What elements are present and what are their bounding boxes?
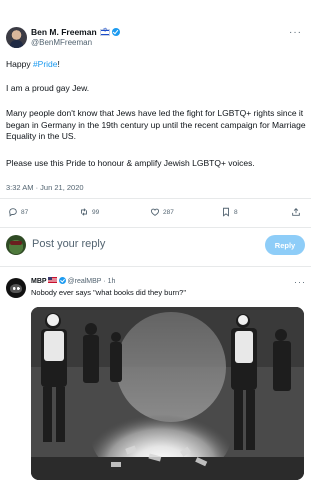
verified-badge-icon <box>58 277 66 284</box>
retweet-icon <box>81 208 87 216</box>
israel-flag-icon <box>99 27 110 36</box>
tweet-line-greeting: Happy #Pride! <box>6 59 60 69</box>
book-burning-photo <box>31 307 304 480</box>
retweet-action[interactable]: 99 <box>79 205 99 219</box>
reply-text: Nobody ever says "what books did they bu… <box>31 288 186 297</box>
bookmark-count: 8 <box>234 208 238 216</box>
reply-author-handle[interactable]: @realMBP <box>68 278 102 285</box>
reply-time[interactable]: 1h <box>108 278 116 285</box>
reply-action[interactable]: 87 <box>8 205 28 219</box>
bookmark-icon <box>223 207 229 217</box>
current-user-avatar[interactable] <box>6 235 26 255</box>
reply-tweet[interactable]: MBP @realMBP · 1h ··· Nobody ever says "… <box>0 268 311 500</box>
like-action[interactable]: 287 <box>150 205 174 219</box>
author-name[interactable]: Ben M. Freeman <box>31 27 97 37</box>
divider <box>0 227 311 228</box>
verified-badge-icon <box>111 28 120 36</box>
share-icon <box>292 208 300 216</box>
divider <box>0 198 311 199</box>
author-name-row[interactable]: Ben M. Freeman <box>31 27 120 37</box>
tweet-paragraph-history: Many people don't know that Jews have le… <box>6 108 306 141</box>
bookmark-action[interactable]: 8 <box>221 205 238 219</box>
tweet-actions: 87 99 287 8 <box>6 205 304 219</box>
reply-icon <box>9 208 17 217</box>
reply-count: 87 <box>21 208 29 216</box>
tweet-paragraph-call: Please use this Pride to honour & amplif… <box>6 158 255 168</box>
reply-input[interactable]: Post your reply <box>32 238 105 250</box>
reply-author-name[interactable]: MBP <box>31 278 47 285</box>
share-action[interactable] <box>291 205 304 219</box>
reply-header: MBP @realMBP · 1h <box>31 277 115 285</box>
reply-button[interactable]: Reply <box>265 235 305 255</box>
tweet-header: Ben M. Freeman @BenMFreeman ··· <box>6 27 306 53</box>
hashtag-link[interactable]: #Pride <box>33 59 58 69</box>
us-flag-icon <box>47 277 57 283</box>
reply-photo[interactable] <box>31 307 304 480</box>
heart-icon <box>150 208 160 216</box>
divider <box>0 266 311 267</box>
tweet-line-identity: I am a proud gay Jew. <box>6 83 90 93</box>
reply-author-avatar[interactable] <box>6 278 26 298</box>
author-avatar[interactable] <box>6 27 27 48</box>
reply-more-options-icon[interactable]: ··· <box>294 277 306 287</box>
tweet-timestamp[interactable]: 3:32 AM · Jun 21, 2020 <box>6 183 84 192</box>
like-count: 287 <box>163 208 174 216</box>
reply-separator: · <box>103 278 106 285</box>
more-options-icon[interactable]: ··· <box>289 27 302 38</box>
author-handle[interactable]: @BenMFreeman <box>31 38 92 47</box>
reply-composer: Post your reply Reply <box>6 235 305 257</box>
retweet-count: 99 <box>92 208 100 216</box>
